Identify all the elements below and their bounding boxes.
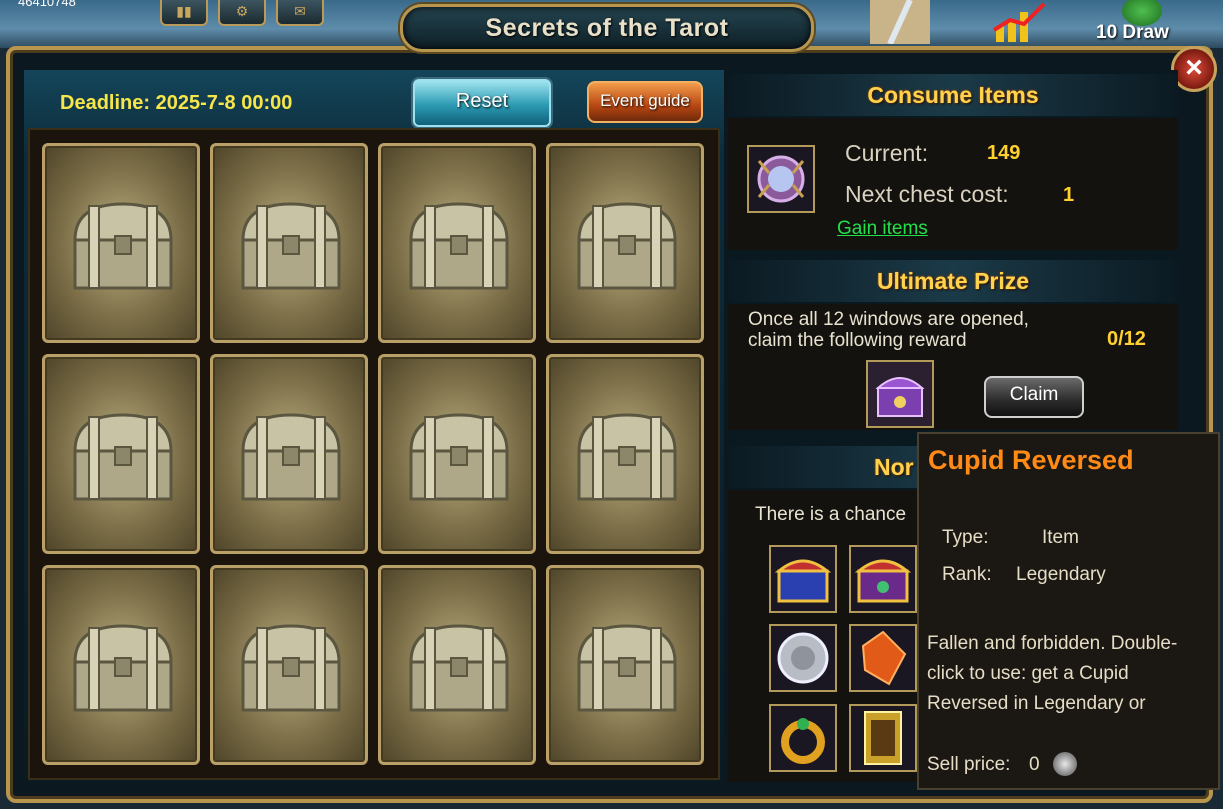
consume-items-heading: Consume Items: [867, 82, 1039, 108]
tooltip-title: Cupid Reversed: [928, 445, 1134, 475]
next-cost-label: Next chest cost:: [845, 181, 1009, 207]
normal-prize-heading: Nor: [874, 454, 914, 480]
prize-line-1: Once all 12 windows are opened,: [748, 309, 1029, 330]
silver-coin-icon: [1053, 752, 1077, 776]
ultimate-prize-header: Ultimate Prize: [728, 260, 1178, 302]
blue-chest-icon[interactable]: [769, 545, 837, 613]
claim-button[interactable]: Claim: [984, 376, 1084, 418]
reset-label: Reset: [455, 90, 509, 112]
chest-icon: [67, 196, 179, 296]
chest-tile[interactable]: [42, 354, 200, 554]
tooltip-rank-value: Legendary: [1016, 564, 1106, 585]
chest-icon: [403, 407, 515, 507]
windows-opened-count: 0/12: [1107, 328, 1146, 350]
ultimate-prize-heading: Ultimate Prize: [876, 268, 1030, 294]
chest-icon: [403, 618, 515, 718]
chest-tile[interactable]: [42, 565, 200, 765]
tooltip-sell-label: Sell price:: [927, 754, 1011, 775]
fire-crystal-icon[interactable]: [849, 624, 917, 692]
chest-icon: [235, 196, 347, 296]
chest-icon: [571, 407, 683, 507]
consume-items-header: Consume Items: [728, 74, 1178, 116]
tarot-token-icon[interactable]: [747, 145, 815, 213]
ultimate-prize-description: Once all 12 windows are opened, claim th…: [748, 309, 1078, 351]
chest-icon: [67, 407, 179, 507]
chest-tile[interactable]: [210, 143, 368, 343]
claim-label: Claim: [1009, 384, 1059, 405]
item-tooltip: [917, 432, 1220, 790]
event-guide-label: Event guide: [600, 91, 690, 110]
coords-readout: 46410748: [18, 0, 76, 9]
current-value: 149: [987, 142, 1021, 164]
window-title: Secrets of the Tarot: [485, 14, 729, 42]
mail-icon: ✉: [294, 3, 306, 19]
gain-items-link[interactable]: Gain items: [837, 218, 928, 240]
draw-10-label: 10 Draw: [1096, 22, 1169, 43]
chest-tile[interactable]: [210, 565, 368, 765]
chest-tile[interactable]: [546, 143, 704, 343]
tooltip-description: Fallen and forbidden. Double-click to us…: [927, 633, 1178, 714]
chest-icon: [571, 196, 683, 296]
chest-tile[interactable]: [42, 143, 200, 343]
event-guide-button[interactable]: Event guide: [587, 81, 703, 123]
draw-10-button[interactable]: 10 Draw: [1090, 0, 1200, 46]
sword-icon: [870, 0, 930, 44]
menu-button[interactable]: ▮▮: [160, 0, 208, 26]
chart-up-icon[interactable]: [990, 0, 1050, 42]
mail-button[interactable]: ✉: [276, 0, 324, 26]
menu-icon: ▮▮: [176, 3, 192, 19]
chest-tile[interactable]: [378, 565, 536, 765]
chest-icon: [235, 407, 347, 507]
prize-line-2: claim the following reward: [748, 330, 967, 351]
gear-icon: ⚙: [235, 3, 249, 19]
window-title-plate: Secrets of the Tarot: [400, 4, 814, 52]
reset-button[interactable]: Reset: [413, 79, 551, 127]
settings-button[interactable]: ⚙: [218, 0, 266, 26]
next-cost-value: 1: [1063, 184, 1075, 206]
close-icon: ×: [1185, 51, 1203, 84]
tooltip-rank-label: Rank:: [942, 564, 992, 585]
chest-icon: [403, 196, 515, 296]
tooltip-type-label: Type:: [942, 527, 989, 548]
gold-ring-icon[interactable]: [769, 704, 837, 772]
ultimate-chest-icon[interactable]: [866, 360, 934, 428]
chest-icon: [571, 618, 683, 718]
tooltip-type-value: Item: [1042, 527, 1079, 548]
chest-tile[interactable]: [546, 354, 704, 554]
silver-coin-icon[interactable]: [769, 624, 837, 692]
deadline-text: Deadline: 2025-7-8 00:00: [60, 92, 293, 114]
chest-tile[interactable]: [546, 565, 704, 765]
chance-text: There is a chance: [755, 504, 907, 525]
current-label: Current:: [845, 140, 929, 166]
chest-icon: [67, 618, 179, 718]
tarot-card-icon[interactable]: [849, 704, 917, 772]
green-chest-icon[interactable]: [849, 545, 917, 613]
chest-icon: [235, 618, 347, 718]
chest-tile[interactable]: [378, 354, 536, 554]
chest-tile[interactable]: [378, 143, 536, 343]
chest-tile[interactable]: [210, 354, 368, 554]
tooltip-sell-value: 0: [1029, 754, 1040, 775]
